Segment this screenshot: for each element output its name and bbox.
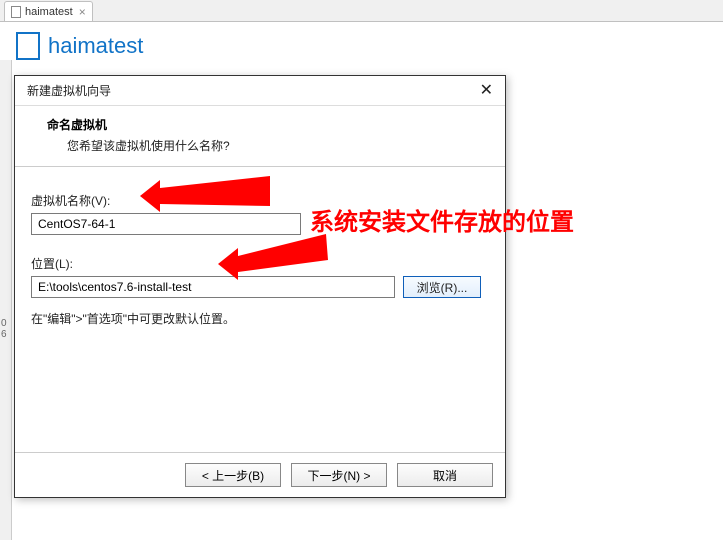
page-title: haimatest (48, 33, 143, 59)
new-vm-wizard-dialog: 新建虚拟机向导 ✕ 命名虚拟机 您希望该虚拟机使用什么名称? 虚拟机名称(V):… (14, 75, 506, 498)
next-button[interactable]: 下一步(N) > (291, 463, 387, 487)
location-row: 浏览(R)... (31, 276, 489, 298)
vm-name-input[interactable] (31, 213, 301, 235)
left-gutter: 0 6 (0, 60, 12, 540)
vm-icon (16, 32, 40, 60)
dialog-heading: 命名虚拟机 (47, 116, 491, 133)
back-button[interactable]: < 上一步(B) (185, 463, 281, 487)
close-icon[interactable]: × (79, 5, 86, 19)
document-icon (11, 6, 21, 18)
close-icon[interactable]: ✕ (476, 83, 497, 99)
browse-button[interactable]: 浏览(R)... (403, 276, 481, 298)
dialog-header: 命名虚拟机 您希望该虚拟机使用什么名称? (15, 106, 505, 167)
location-input[interactable] (31, 276, 395, 298)
tab-label: haimatest (25, 6, 73, 18)
tab-haimatest[interactable]: haimatest × (4, 1, 93, 21)
gutter-marks: 0 6 (1, 318, 7, 340)
dialog-title: 新建虚拟机向导 (27, 82, 111, 99)
default-location-hint: 在"编辑">"首选项"中可更改默认位置。 (31, 310, 489, 327)
dialog-footer: < 上一步(B) 下一步(N) > 取消 (15, 452, 505, 497)
dialog-subheading: 您希望该虚拟机使用什么名称? (67, 137, 491, 154)
cancel-button[interactable]: 取消 (397, 463, 493, 487)
annotation-text: 系统安装文件存放的位置 (310, 202, 574, 237)
dialog-titlebar: 新建虚拟机向导 ✕ (15, 76, 505, 106)
vm-header: haimatest (0, 22, 723, 70)
location-label: 位置(L): (31, 255, 489, 272)
tabbar: haimatest × (0, 0, 723, 22)
